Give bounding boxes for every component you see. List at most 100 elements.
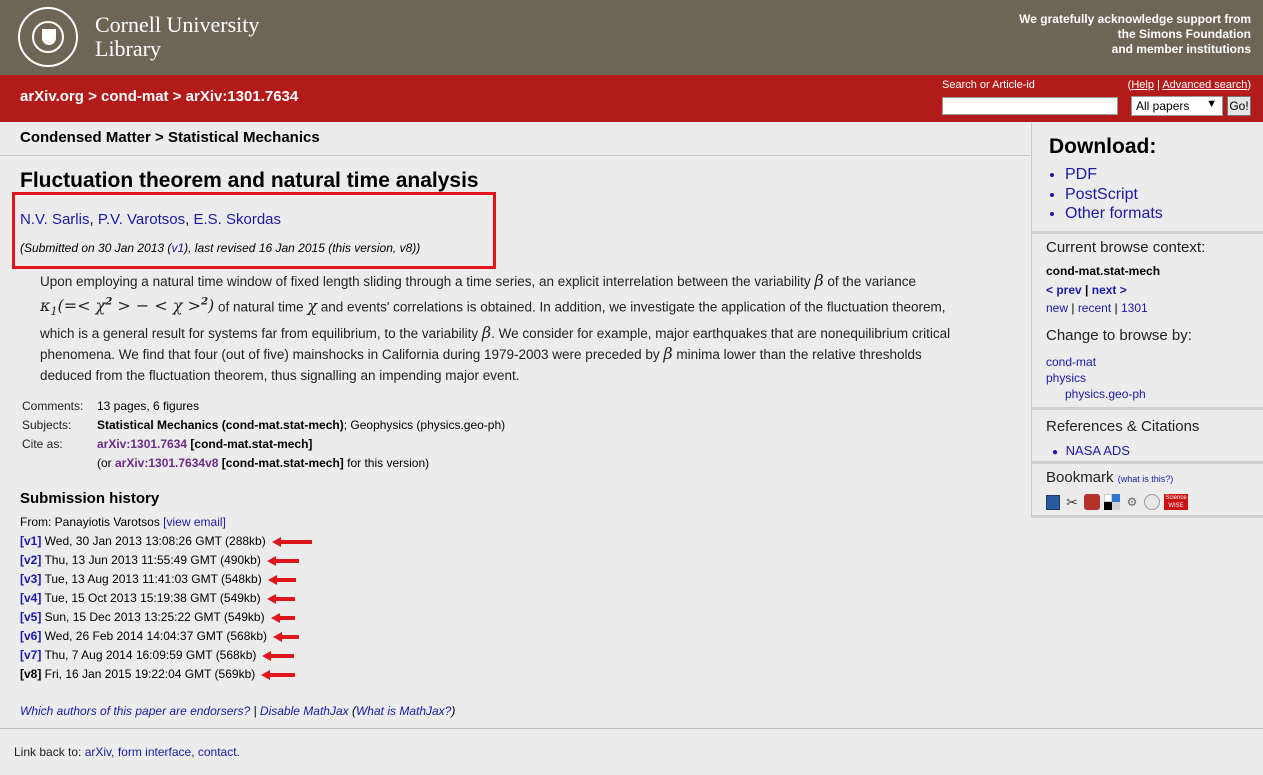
metadata-table: Comments: 13 pages, 6 figures Subjects: …	[22, 397, 505, 473]
help-paren: )	[1247, 79, 1251, 91]
author-link[interactable]: N.V. Sarlis	[20, 211, 89, 228]
version-link[interactable]: [v5]	[20, 610, 41, 624]
footer-sep: ,	[191, 745, 198, 759]
v1-link[interactable]: v1	[171, 241, 184, 255]
endorser-links: Which authors of this paper are endorser…	[20, 704, 455, 718]
comments-value: 13 pages, 6 figures	[97, 399, 200, 413]
version-list: [v1] Wed, 30 Jan 2013 13:08:26 GMT (288k…	[20, 533, 312, 685]
search-input[interactable]	[942, 97, 1118, 115]
endorse-paren: )	[451, 704, 456, 718]
browse-geo-ph-link[interactable]: physics.geo-ph	[1065, 387, 1146, 401]
what-is-mathjax-link[interactable]: What is MathJax?	[356, 704, 451, 718]
formula-superscript: 2	[201, 296, 209, 308]
download-pdf-link[interactable]: PDF	[1065, 165, 1163, 185]
nasa-ads-item: ● NASA ADS	[1046, 443, 1130, 458]
endorsers-link[interactable]: Which authors of this paper are endorser…	[20, 704, 250, 718]
footer-contact-link[interactable]: contact	[198, 745, 237, 759]
submission-dateline: (Submitted on 30 Jan 2013 (v1), last rev…	[20, 241, 420, 255]
highlight-box	[12, 192, 496, 269]
arxiv-nav-bar: arXiv.org > cond-mat > arXiv:1301.7634 S…	[0, 75, 1263, 122]
cornell-seal-logo[interactable]	[18, 7, 78, 67]
red-arrow-annotation	[262, 650, 295, 661]
breadcrumb-category[interactable]: cond-mat	[101, 88, 169, 105]
red-arrow-annotation	[261, 669, 296, 680]
version-link[interactable]: [v6]	[20, 629, 41, 643]
nasa-ads-link[interactable]: NASA ADS	[1066, 443, 1130, 458]
references-section: References & Citations ● NASA ADS	[1032, 410, 1263, 464]
kappa-subscript: 1	[50, 305, 58, 319]
author-link[interactable]: E.S. Skordas	[193, 211, 281, 228]
secondary-subject: ; Geophysics (physics.geo-ph)	[343, 418, 506, 432]
digg-icon[interactable]: ⚙	[1124, 494, 1140, 510]
delicious-icon[interactable]	[1104, 494, 1120, 510]
library-logo-text[interactable]: Cornell University Library	[95, 13, 259, 61]
prev-link[interactable]: < prev	[1046, 283, 1082, 297]
subjects-label: Subjects:	[22, 418, 72, 432]
go-button[interactable]: Go!	[1227, 96, 1251, 116]
next-link[interactable]: next >	[1092, 283, 1127, 297]
footer-arxiv-link[interactable]: arXiv	[85, 745, 111, 759]
version-link[interactable]: [v4]	[20, 591, 41, 605]
red-arrow-annotation	[273, 631, 300, 642]
library-header: Cornell University Library We gratefully…	[0, 0, 1263, 75]
footer-sep: ,	[111, 745, 118, 759]
advanced-search-link[interactable]: Advanced search	[1162, 79, 1247, 91]
view-email-link[interactable]: [view email]	[163, 515, 226, 529]
comments-row: Comments: 13 pages, 6 figures	[22, 397, 505, 416]
bookmark-whatis-link[interactable]: (what is this?)	[1118, 474, 1174, 484]
version-row: [v2] Thu, 13 Jun 2013 11:55:49 GMT (490k…	[20, 552, 312, 571]
paper-title: Fluctuation theorem and natural time ana…	[20, 169, 479, 192]
abstract-text: of natural time	[214, 298, 308, 314]
kappa-symbol: κ	[40, 295, 51, 315]
mendeley-icon[interactable]	[1084, 494, 1100, 510]
submitter-name: From: Panayiotis Varotsos	[20, 515, 164, 529]
dateline-text: (Submitted on 30 Jan 2013 (	[20, 241, 172, 255]
sciencewise-icon[interactable]: Science WISE	[1164, 494, 1188, 510]
version-date: Tue, 13 Aug 2013 11:41:03 GMT (548kb)	[41, 572, 262, 586]
author-link[interactable]: P.V. Varotsos	[98, 211, 185, 228]
browse-physics-link[interactable]: physics	[1046, 371, 1086, 385]
cite-category: [cond-mat.stat-mech]	[218, 456, 344, 470]
sep: |	[1111, 301, 1121, 315]
reddit-icon[interactable]	[1144, 494, 1160, 510]
support-line2: the Simons Foundation	[1117, 27, 1251, 41]
citeulike-icon[interactable]	[1046, 494, 1060, 510]
abstract: Upon employing a natural time window of …	[40, 271, 975, 386]
help-links: (Help | Advanced search)	[1128, 79, 1251, 91]
breadcrumb-arxiv[interactable]: arXiv.org	[20, 88, 84, 105]
red-arrow-annotation	[266, 593, 295, 604]
red-arrow-annotation	[271, 536, 312, 547]
subject-header: Condensed Matter > Statistical Mechanics	[20, 129, 320, 146]
version-row: [v6] Wed, 26 Feb 2014 14:04:37 GMT (568k…	[20, 628, 312, 647]
context-value: cond-mat.stat-mech	[1046, 264, 1161, 278]
version-link[interactable]: [v1]	[20, 534, 41, 548]
version-link[interactable]: [v2]	[20, 553, 41, 567]
red-arrow-annotation	[270, 612, 295, 623]
browse-cond-mat-link[interactable]: cond-mat	[1046, 355, 1096, 369]
new-link[interactable]: new	[1046, 301, 1068, 315]
version-link[interactable]: [v7]	[20, 648, 41, 662]
download-section: Download: PDF PostScript Other formats	[1032, 123, 1263, 234]
bibsonomy-icon[interactable]: ✂	[1064, 494, 1080, 510]
kappa-formula: κ1(=< χ2 > − < χ >2)	[40, 295, 214, 319]
search-scope-select[interactable]: All papers ▼	[1131, 96, 1223, 116]
version-link[interactable]: [v3]	[20, 572, 41, 586]
support-acknowledgement: We gratefully acknowledge support from t…	[1019, 12, 1251, 57]
download-postscript-link[interactable]: PostScript	[1065, 185, 1163, 205]
breadcrumb-article[interactable]: arXiv:1301.7634	[186, 88, 299, 105]
footer-sep: .	[236, 745, 240, 759]
cite-id-link[interactable]: arXiv:1301.7634	[97, 437, 187, 451]
bookmark-title: Bookmark	[1046, 469, 1114, 486]
red-arrow-annotation	[267, 574, 296, 585]
author-list: N.V. Sarlis, P.V. Varotsos, E.S. Skordas	[20, 211, 282, 228]
version-row: [v4] Tue, 15 Oct 2013 15:19:38 GMT (549k…	[20, 590, 312, 609]
version-row: [v5] Sun, 15 Dec 2013 13:25:22 GMT (549k…	[20, 609, 312, 628]
recent-link[interactable]: recent	[1078, 301, 1111, 315]
month-link[interactable]: 1301	[1121, 301, 1148, 315]
download-other-link[interactable]: Other formats	[1065, 204, 1163, 224]
disable-mathjax-link[interactable]: Disable MathJax	[260, 704, 349, 718]
footer-form-link[interactable]: form interface	[118, 745, 191, 759]
cite-version-link[interactable]: arXiv:1301.7634v8	[115, 456, 218, 470]
sciencewise-line1: Science	[1165, 495, 1187, 501]
help-link[interactable]: Help	[1131, 79, 1154, 91]
